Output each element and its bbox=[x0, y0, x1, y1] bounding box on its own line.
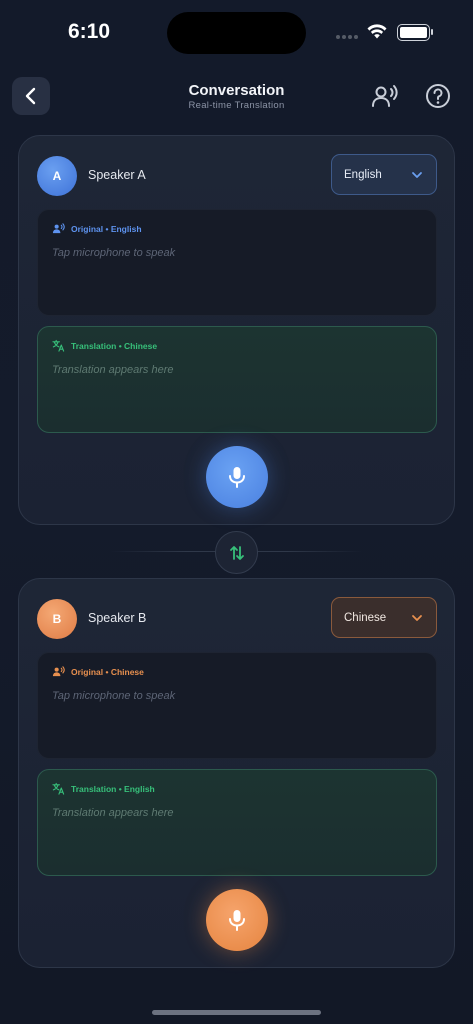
microphone-icon bbox=[229, 467, 245, 488]
speaker-a-language-value: English bbox=[344, 168, 382, 181]
translate-icon bbox=[52, 339, 65, 352]
speaker-a-name: Speaker A bbox=[88, 168, 146, 182]
help-button[interactable] bbox=[424, 82, 452, 110]
speaker-a-translation-label: Translation • Chinese bbox=[52, 339, 422, 352]
speaker-b-translation-box: Translation • English Translation appear… bbox=[37, 769, 437, 876]
translation-label-text: Translation • English bbox=[71, 783, 155, 794]
chevron-down-icon bbox=[412, 614, 422, 621]
battery-icon bbox=[397, 24, 433, 41]
translation-label-text: Translation • Chinese bbox=[71, 340, 158, 351]
speaker-a-original-placeholder: Tap microphone to speak bbox=[52, 247, 176, 259]
speaker-b-language-select[interactable]: Chinese bbox=[331, 597, 437, 638]
swap-languages-button[interactable] bbox=[215, 531, 258, 574]
speaker-b-original-placeholder: Tap microphone to speak bbox=[52, 690, 176, 702]
speaker-b-panel: B Speaker B Chinese Original • Chinese T… bbox=[18, 578, 455, 968]
speaker-a-original-box: Original • English Tap microphone to spe… bbox=[37, 209, 437, 316]
question-circle-icon bbox=[426, 84, 450, 108]
page-subtitle: Real-time Translation bbox=[188, 100, 285, 111]
cellular-signal-icon bbox=[336, 35, 358, 39]
speaker-b-mic-button[interactable] bbox=[206, 889, 268, 951]
page-title: Conversation bbox=[188, 82, 285, 99]
person-voice-icon bbox=[372, 85, 398, 107]
speaker-b-avatar: B bbox=[37, 599, 77, 639]
speaker-a-language-select[interactable]: English bbox=[331, 154, 437, 195]
speaker-a-avatar: A bbox=[37, 156, 77, 196]
status-time: 6:10 bbox=[68, 20, 111, 43]
speaker-b-language-value: Chinese bbox=[344, 611, 387, 624]
speaker-a-panel: A Speaker A English Original • English T… bbox=[18, 135, 455, 525]
microphone-icon bbox=[229, 910, 245, 931]
translate-icon bbox=[52, 782, 65, 795]
speaker-b-name: Speaker B bbox=[88, 611, 147, 625]
speaker-a-original-label: Original • English bbox=[52, 222, 422, 235]
chevron-down-icon bbox=[412, 171, 422, 178]
status-bar: 6:10 bbox=[0, 0, 473, 60]
speaker-b-original-label: Original • Chinese bbox=[52, 665, 422, 678]
person-voice-icon bbox=[52, 666, 65, 677]
original-label-text: Original • Chinese bbox=[71, 666, 144, 677]
wifi-icon bbox=[367, 24, 387, 39]
swap-vertical-icon bbox=[229, 545, 244, 560]
speaker-b-translation-label: Translation • English bbox=[52, 782, 422, 795]
dynamic-island bbox=[167, 12, 306, 54]
speaker-b-original-box: Original • Chinese Tap microphone to spe… bbox=[37, 652, 437, 759]
home-indicator[interactable] bbox=[152, 1010, 321, 1015]
speaker-a-translation-placeholder: Translation appears here bbox=[52, 364, 174, 376]
original-label-text: Original • English bbox=[71, 223, 142, 234]
person-voice-icon bbox=[52, 223, 65, 234]
speaker-mode-button[interactable] bbox=[370, 82, 400, 112]
speaker-a-translation-box: Translation • Chinese Translation appear… bbox=[37, 326, 437, 433]
speaker-b-translation-placeholder: Translation appears here bbox=[52, 807, 174, 819]
speaker-a-mic-button[interactable] bbox=[206, 446, 268, 508]
